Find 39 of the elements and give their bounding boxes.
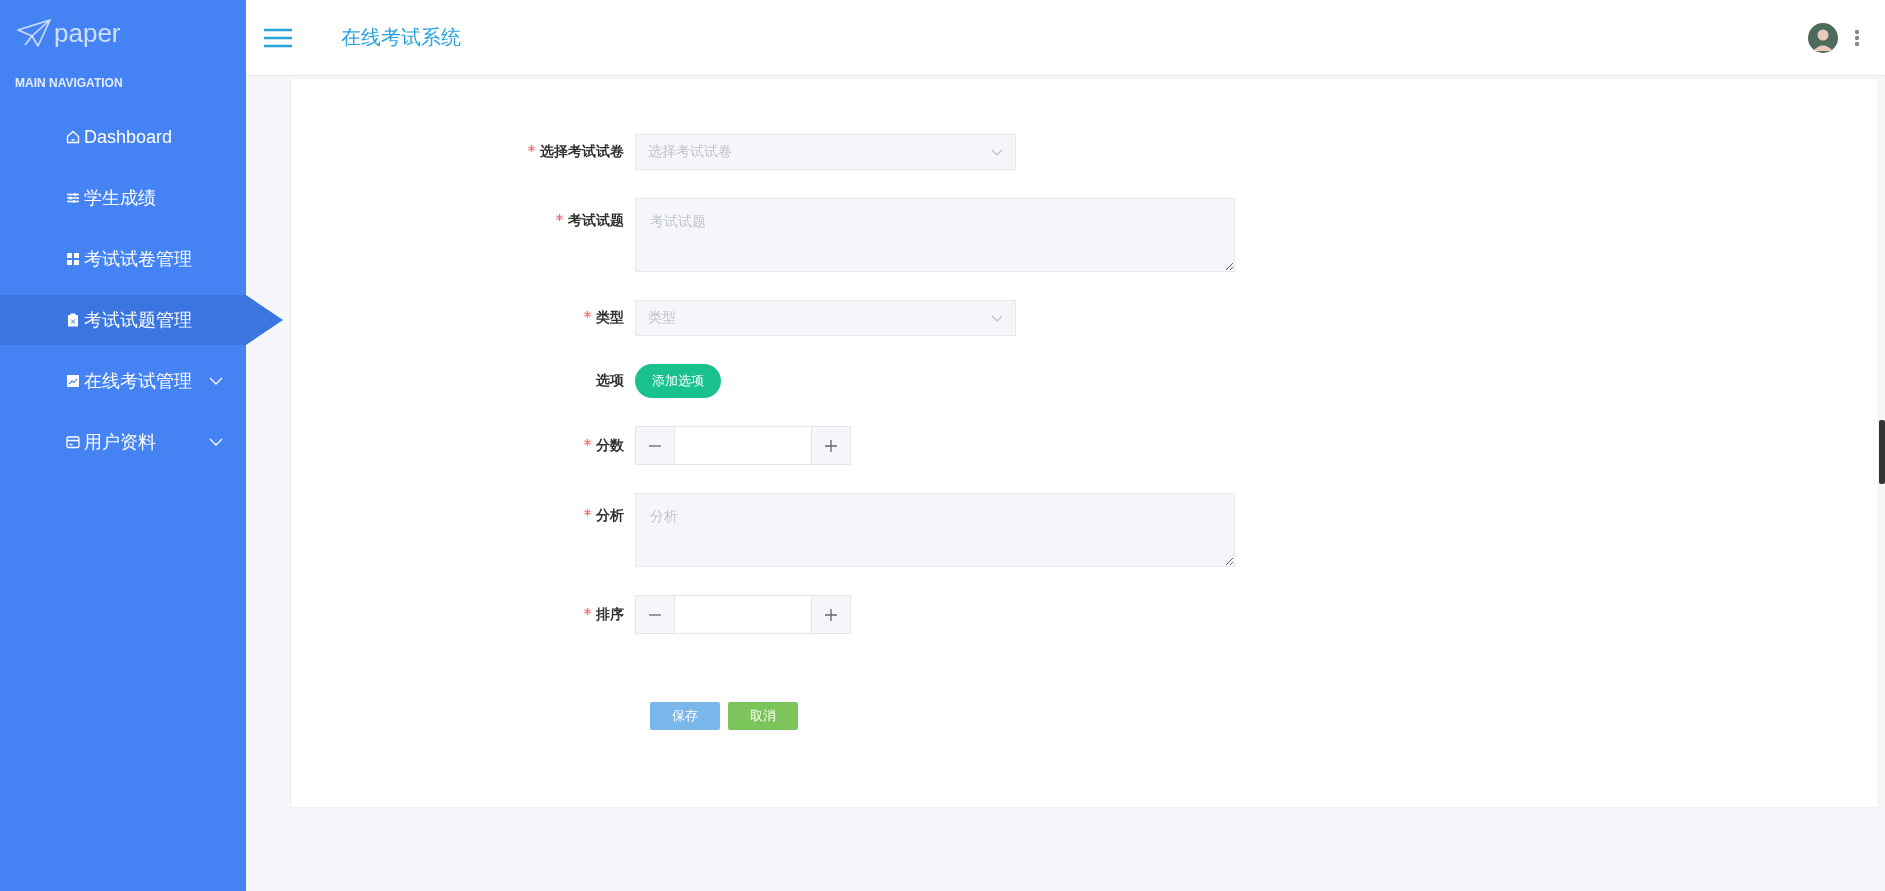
nav-item[interactable]: Dashboard <box>0 112 246 162</box>
field-label: 选择考试试卷 <box>540 143 624 159</box>
scrollbar-thumb[interactable] <box>1879 420 1885 484</box>
menu-icon[interactable] <box>263 27 293 48</box>
add-option-button[interactable]: 添加选项 <box>635 364 721 398</box>
minus-icon <box>649 444 661 447</box>
nav-section-title: MAIN NAVIGATION <box>14 75 124 92</box>
more-icon[interactable] <box>1854 28 1860 47</box>
field-label: 分析 <box>596 507 624 523</box>
increment-button[interactable] <box>812 596 850 633</box>
increment-button[interactable] <box>812 427 850 464</box>
chevron-down-icon <box>991 148 1003 156</box>
avatar[interactable] <box>1808 22 1838 53</box>
chevron-down-icon <box>991 314 1003 322</box>
chart-icon <box>66 374 80 388</box>
field-label: 考试试题 <box>568 212 624 228</box>
number-field[interactable] <box>635 595 851 634</box>
app-title: 在线考试系统 <box>341 25 461 50</box>
minus-icon <box>649 613 661 616</box>
field-label: 类型 <box>596 309 624 325</box>
nav-item[interactable]: 用户资料 <box>0 417 246 467</box>
plus-icon <box>825 608 837 621</box>
nav-item[interactable]: 在线考试管理 <box>0 356 246 406</box>
home-icon <box>66 130 80 144</box>
field-label: 分数 <box>596 436 624 453</box>
clipboard-icon <box>66 313 80 327</box>
save-button[interactable]: 保存 <box>650 702 720 730</box>
cancel-button[interactable]: 取消 <box>728 702 798 730</box>
field-label: 选项 <box>596 372 624 388</box>
sliders-icon <box>66 191 80 205</box>
field-label: 排序 <box>596 605 624 622</box>
number-field[interactable] <box>635 426 851 465</box>
nav-item[interactable]: 考试试卷管理 <box>0 234 246 284</box>
card-icon <box>66 435 80 449</box>
nav-item[interactable]: 学生成绩 <box>0 173 246 223</box>
paper-plane-icon <box>16 18 52 48</box>
logo-text: paper <box>54 17 121 49</box>
plus-icon <box>825 439 837 452</box>
grid-icon <box>66 252 80 266</box>
